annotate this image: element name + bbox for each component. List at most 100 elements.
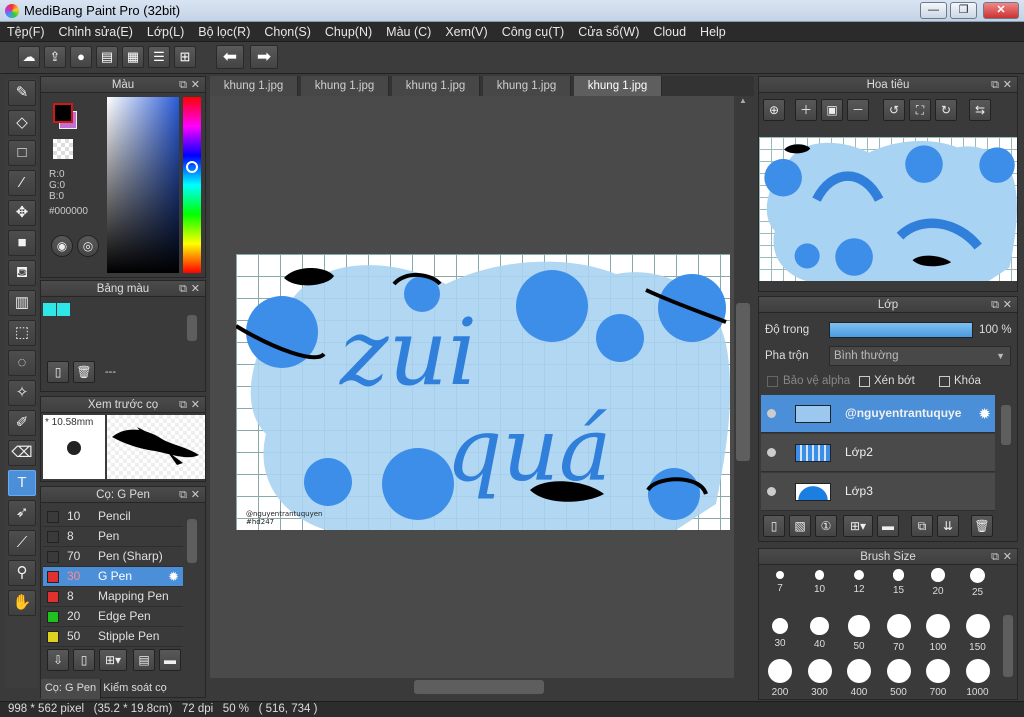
brush-list-item[interactable]: 30 G Pen ✹ [43, 567, 183, 587]
close-panel-icon[interactable]: ✕ [191, 77, 200, 93]
brush-size-option[interactable]: 25 [959, 565, 997, 598]
undock-icon[interactable]: ⧉ [179, 487, 187, 503]
eyedropper-tool-icon[interactable]: ⚲ [8, 560, 36, 586]
brush-list-item[interactable]: 50 Stipple Pen [43, 627, 183, 647]
operation-tool-icon[interactable]: ➶ [8, 500, 36, 526]
zoom-fit-icon[interactable]: ⊕ [763, 99, 785, 121]
lasso-tool-icon[interactable]: ◌ [8, 350, 36, 376]
brush-list-item[interactable]: 8 Mapping Pen [43, 587, 183, 607]
layer-folder-icon[interactable]: ▬ [877, 515, 899, 537]
brush-size-option[interactable]: 500 [880, 655, 918, 698]
message-icon[interactable]: ▤ [96, 46, 118, 68]
menu-edit[interactable]: Chỉnh sửa(E) [52, 22, 140, 42]
bucket-tool-icon[interactable]: ⛾ [8, 260, 36, 286]
canvas-area[interactable]: zui quá @nguyentrantuquyen #hd247 [210, 96, 734, 678]
comment-icon[interactable]: ● [70, 46, 92, 68]
protect-alpha-checkbox[interactable] [767, 376, 778, 387]
brush-size-option[interactable]: 200 [761, 655, 799, 698]
blend-mode-select[interactable]: Bình thường ▼ [829, 346, 1011, 366]
duplicate-layer-icon[interactable]: ⧉ [911, 515, 933, 537]
color-palette-icon[interactable]: ◉ [51, 235, 73, 257]
eye-icon[interactable] [767, 448, 776, 457]
shape-tool-icon[interactable]: □ [8, 140, 36, 166]
page-icon[interactable]: ▦ [122, 46, 144, 68]
brush-size-option[interactable]: 15 [880, 565, 918, 596]
brush-list-item[interactable]: 8 Pen [43, 527, 183, 547]
merge-layer-icon[interactable]: ⇊ [937, 515, 959, 537]
gradient-tool-icon[interactable]: ▥ [8, 290, 36, 316]
undock-icon[interactable]: ⧉ [991, 549, 999, 565]
page-list-icon[interactable]: ☰ [148, 46, 170, 68]
select-eraser-tool-icon[interactable]: ⌫ [8, 440, 36, 466]
undock-icon[interactable]: ⧉ [991, 77, 999, 93]
menu-color[interactable]: Màu (C) [379, 22, 438, 42]
undock-icon[interactable]: ⧉ [991, 297, 999, 313]
navigator-preview[interactable] [759, 137, 1017, 281]
brush-size-scrollbar[interactable] [1001, 567, 1015, 697]
close-panel-icon[interactable]: ✕ [191, 397, 200, 413]
scroll-thumb[interactable] [414, 680, 544, 694]
share-icon[interactable]: ⇪ [44, 46, 66, 68]
brush-size-option[interactable]: 50 [840, 610, 878, 652]
move-tool-icon[interactable]: ✥ [8, 200, 36, 226]
layer-row[interactable]: @nguyentrantuquye ✹ [761, 395, 995, 433]
new-1bit-layer-icon[interactable]: ① [815, 515, 837, 537]
menu-layer[interactable]: Lớp(L) [140, 22, 191, 42]
actual-size-icon[interactable]: ▣ [821, 99, 843, 121]
canvas-horizontal-scrollbar[interactable] [210, 678, 752, 696]
close-panel-icon[interactable]: ✕ [1003, 297, 1012, 313]
tab-document[interactable]: khung 1.jpg [392, 76, 480, 96]
lock-checkbox[interactable] [939, 376, 950, 387]
new-halftone-layer-icon[interactable]: ▧ [789, 515, 811, 537]
tab-document-active[interactable]: khung 1.jpg [574, 76, 662, 96]
brush-folder-icon[interactable]: ▬ [159, 649, 181, 671]
brush-cloud-icon[interactable]: ⇩ [47, 649, 69, 671]
gear-icon[interactable]: ✹ [978, 405, 991, 423]
brush-list-item[interactable]: 10 Pencil [43, 507, 183, 527]
new-layer-icon[interactable]: ▯ [763, 515, 785, 537]
brush-list-scrollbar[interactable] [185, 507, 199, 643]
close-panel-icon[interactable]: ✕ [1003, 549, 1012, 565]
foreground-color-swatch[interactable] [53, 103, 73, 123]
saturation-value-picker[interactable] [107, 97, 179, 273]
delete-palette-icon[interactable]: 🗑 [73, 361, 95, 383]
brush-size-option[interactable]: 300 [801, 655, 839, 698]
fill-rect-tool-icon[interactable]: ■ [8, 230, 36, 256]
drawing-canvas[interactable]: zui quá @nguyentrantuquyen #hd247 [236, 254, 730, 530]
brush-list-item[interactable]: 20 Edge Pen [43, 607, 183, 627]
palette-swatch[interactable] [43, 303, 56, 316]
layer-row[interactable]: Lớp3 [761, 473, 995, 511]
scroll-thumb[interactable] [736, 303, 750, 461]
palette-scrollbar[interactable] [185, 303, 199, 357]
delete-layer-icon[interactable]: 🗑 [971, 515, 993, 537]
select-tool-icon[interactable]: ⬚ [8, 320, 36, 346]
select-pen-tool-icon[interactable]: ✐ [8, 410, 36, 436]
scroll-up-arrow-icon[interactable]: ▲ [734, 96, 752, 105]
brush-tool-icon[interactable]: ✎ [8, 80, 36, 106]
menu-tools[interactable]: Công cụ(T) [495, 22, 572, 42]
brush-size-option[interactable]: 12 [840, 565, 878, 595]
transparent-color-swatch[interactable] [53, 139, 73, 159]
menu-view[interactable]: Xem(V) [438, 22, 494, 42]
minimize-button[interactable]: — [920, 2, 947, 19]
menu-cloud[interactable]: Cloud [646, 22, 693, 42]
undock-icon[interactable]: ⧉ [179, 397, 187, 413]
close-panel-icon[interactable]: ✕ [1003, 77, 1012, 93]
eraser-tool-icon[interactable]: ◇ [8, 110, 36, 136]
layer-scrollbar[interactable] [999, 395, 1013, 511]
close-panel-icon[interactable]: ✕ [191, 487, 200, 503]
menu-filter[interactable]: Bộ lọc(R) [191, 22, 257, 42]
tab-document[interactable]: khung 1.jpg [301, 76, 389, 96]
brush-list-item[interactable]: 70 Pen (Sharp) [43, 547, 183, 567]
menu-window[interactable]: Cửa sổ(W) [571, 22, 646, 42]
brush-size-option[interactable]: 10 [801, 565, 839, 595]
brush-size-option[interactable]: 400 [840, 655, 878, 698]
brush-size-option[interactable]: 70 [880, 610, 918, 653]
page-manage-icon[interactable]: ⊞ [174, 46, 196, 68]
color-swap-icon[interactable]: ◎ [77, 235, 99, 257]
tab-brush-control[interactable]: Kiểm soát cọ [101, 679, 169, 699]
opacity-slider[interactable] [829, 322, 973, 338]
eye-icon[interactable] [767, 487, 776, 496]
text-tool-icon[interactable]: T [8, 470, 36, 496]
restore-button[interactable]: ❐ [950, 2, 977, 19]
